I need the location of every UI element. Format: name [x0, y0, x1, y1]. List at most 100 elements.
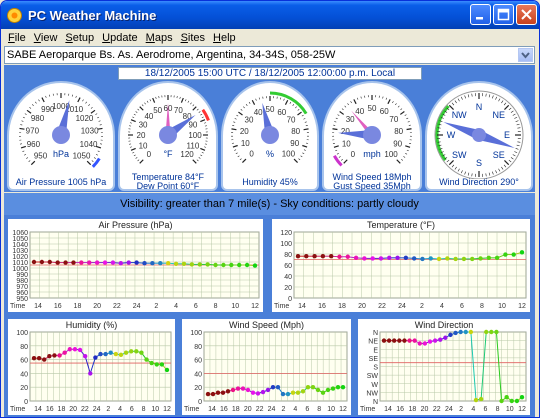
compass-tick	[503, 164, 507, 168]
data-point	[87, 260, 92, 265]
gauge-tick	[243, 106, 245, 109]
x-tick-label: 16	[318, 303, 326, 310]
chart-plot: 9509609709809901000101010201030104010501…	[10, 230, 260, 310]
y-tick-label: 80	[194, 344, 202, 351]
x-tick-label: 12	[339, 406, 347, 413]
data-point	[235, 386, 241, 391]
gust-speed-label: Gust Speed 35Mph	[333, 181, 411, 191]
compass-hub	[472, 128, 486, 142]
gauge-hub	[52, 126, 70, 144]
data-point	[407, 338, 412, 343]
gauge-tick	[337, 114, 340, 116]
gauge-tick	[405, 145, 411, 148]
y-tick-label: 950	[16, 296, 28, 303]
compass-tick	[504, 104, 510, 110]
data-point	[221, 262, 226, 268]
y-tick-label: N	[373, 330, 378, 337]
gauge-tick	[302, 144, 308, 148]
gauge-tick-label: 30	[139, 121, 148, 130]
menu-help[interactable]: Help	[209, 32, 240, 44]
compass-tick	[492, 95, 494, 99]
x-tick-label: 10	[151, 406, 159, 413]
data-point	[443, 335, 448, 340]
y-tick-label: 1060	[12, 230, 28, 237]
title-bar[interactable]: PC Weather Machine	[1, 1, 539, 29]
gauge-tick	[297, 111, 302, 116]
gauge-band	[91, 157, 101, 168]
gauge-tick	[196, 159, 199, 162]
gauge-tick	[400, 108, 403, 111]
close-button[interactable]	[516, 4, 537, 25]
gauge-tick-label: 70	[287, 116, 296, 125]
x-tick-label: 8	[142, 406, 146, 413]
data-point	[164, 367, 170, 373]
gauge-tick	[292, 104, 295, 106]
y-tick-label: 60	[20, 358, 28, 365]
gauge-tick	[245, 104, 248, 106]
menu-setup[interactable]: Setup	[61, 32, 98, 44]
menu-file[interactable]: File	[4, 32, 30, 44]
x-tick-label: 8	[317, 406, 321, 413]
x-tick-label: 18	[232, 406, 240, 413]
x-tick-label: 8	[214, 303, 218, 310]
gauge-hub	[159, 126, 177, 144]
gauge-tick	[200, 147, 206, 151]
data-point	[52, 353, 57, 358]
compass-tick	[448, 104, 454, 110]
data-point	[468, 329, 474, 335]
maximize-button[interactable]	[493, 4, 514, 25]
y-tick-label: 1020	[12, 254, 28, 261]
menu-sites[interactable]: Sites	[177, 32, 209, 44]
menu-update[interactable]: Update	[98, 32, 141, 44]
compass-point-label: SW	[452, 150, 467, 160]
gauge-tick-label: 20	[240, 127, 249, 136]
x-tick-label: 24	[133, 303, 141, 310]
y-tick-label: 60	[284, 263, 292, 270]
chart-plot: 02040608010012014 16 18 20 22 24 2 4 6 8 10 12Time	[274, 230, 527, 310]
gauge-tick	[29, 106, 32, 109]
data-point	[72, 347, 78, 352]
data-point	[305, 385, 311, 390]
minimize-button[interactable]	[470, 4, 491, 25]
gauge-tick	[284, 99, 289, 105]
y-tick-label: 970	[16, 284, 28, 291]
data-point	[31, 259, 37, 265]
data-point	[82, 353, 88, 359]
menu-maps[interactable]: Maps	[142, 32, 177, 44]
gauge-tick	[340, 158, 343, 161]
data-point	[154, 362, 159, 367]
x-tick-label: 10	[506, 406, 514, 413]
data-point	[445, 256, 450, 261]
x-tick-label: 10	[498, 303, 506, 310]
x-tick-label: 18	[408, 406, 416, 413]
y-tick-label: 100	[280, 241, 292, 248]
compass-point-label: W	[447, 130, 456, 140]
station-dropdown-button[interactable]	[518, 48, 533, 62]
gauge-tick-label: 10	[139, 141, 148, 150]
gauge-tick	[200, 113, 203, 116]
gauge-tick	[204, 122, 207, 124]
station-select[interactable]: SABE Aeroparque Bs. As. Aerodrome, Argen…	[4, 46, 535, 64]
data-point	[220, 390, 226, 395]
gauge-tick	[406, 128, 412, 131]
data-point	[412, 338, 417, 343]
gauge-tick	[130, 147, 136, 151]
data-point	[149, 360, 154, 366]
x-tick-label: 4	[440, 303, 444, 310]
data-point	[378, 256, 384, 261]
gauge-tick	[88, 104, 90, 107]
gauge-tick	[405, 153, 408, 155]
gauge-tick	[155, 96, 157, 99]
gauge-tick	[341, 108, 344, 111]
gauge-dial: 010203040 50 60708090100mph	[332, 95, 412, 167]
y-tick-label: 990	[16, 272, 28, 279]
gauge-tick	[149, 99, 152, 102]
menu-view[interactable]: View	[30, 32, 62, 44]
x-axis-label: Time	[184, 406, 199, 413]
compass-tick	[460, 96, 463, 100]
y-tick-label: 1000	[12, 266, 28, 273]
gauge-tick	[248, 101, 251, 104]
gauge-tick	[98, 120, 101, 122]
data-point	[150, 261, 155, 266]
data-point	[489, 329, 494, 335]
